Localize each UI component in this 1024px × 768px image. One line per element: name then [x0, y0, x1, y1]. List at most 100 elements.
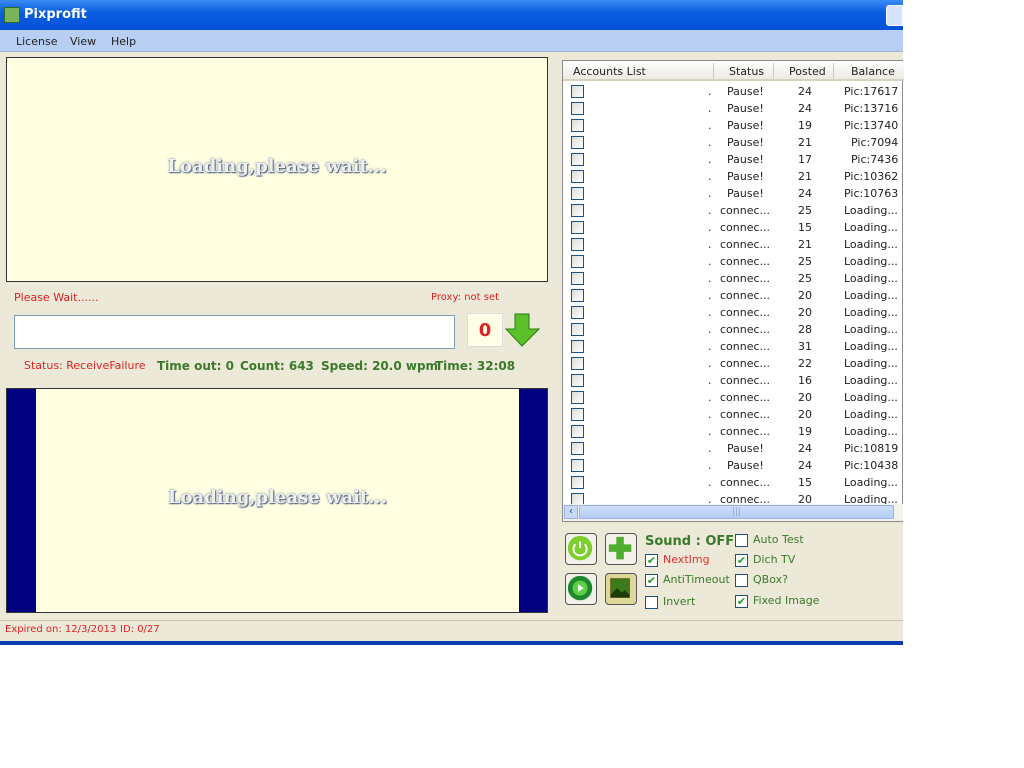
account-row[interactable]: . connec... 31 Loading...	[563, 338, 903, 355]
row-checkbox[interactable]	[571, 306, 584, 319]
row-checkbox[interactable]	[571, 119, 584, 132]
play-button[interactable]	[565, 573, 597, 605]
col-accounts[interactable]: Accounts List	[573, 65, 646, 78]
row-posted: 21	[798, 170, 812, 183]
row-checkbox[interactable]	[571, 442, 584, 455]
add-button[interactable]	[605, 533, 637, 565]
row-checkbox[interactable]	[571, 255, 584, 268]
row-status: Pause!	[727, 187, 764, 200]
row-status: connec...	[720, 272, 771, 285]
row-checkbox[interactable]	[571, 221, 584, 234]
account-row[interactable]: . Pause! 21 Pic:10362	[563, 168, 903, 185]
row-checkbox[interactable]	[571, 340, 584, 353]
account-row[interactable]: . connec... 25 Loading...	[563, 253, 903, 270]
close-button[interactable]	[886, 5, 903, 26]
checkbox-invert[interactable]	[645, 596, 658, 609]
row-balance: Pic:13716	[844, 102, 899, 115]
col-status[interactable]: Status	[729, 65, 764, 78]
checkbox-label: Dich TV	[753, 553, 796, 566]
scroll-thumb[interactable]: |||	[579, 505, 894, 519]
row-checkbox[interactable]	[571, 204, 584, 217]
row-checkbox[interactable]	[571, 187, 584, 200]
account-row[interactable]: . connec... 22 Loading...	[563, 355, 903, 372]
row-posted: 16	[798, 374, 812, 387]
checkbox-nextimg[interactable]: ✔	[645, 554, 658, 567]
power-button[interactable]	[565, 533, 597, 565]
row-checkbox[interactable]	[571, 374, 584, 387]
row-dot: .	[708, 136, 712, 149]
row-posted: 25	[798, 255, 812, 268]
account-row[interactable]: . Pause! 24 Pic:10819	[563, 440, 903, 457]
account-row[interactable]: . connec... 16 Loading...	[563, 372, 903, 389]
row-checkbox[interactable]	[571, 170, 584, 183]
account-row[interactable]: . Pause! 24 Pic:10763	[563, 185, 903, 202]
image-button[interactable]	[605, 573, 637, 605]
account-row[interactable]: . connec... 21 Loading...	[563, 236, 903, 253]
checkbox-antitimeout[interactable]: ✔	[645, 574, 658, 587]
account-row[interactable]: . connec... 15 Loading...	[563, 219, 903, 236]
menu-view[interactable]: View	[70, 35, 96, 48]
submit-arrow-icon[interactable]	[505, 313, 541, 347]
loading-text: Loading,please wait...	[167, 487, 388, 508]
account-row[interactable]: . Pause! 24 Pic:10438	[563, 457, 903, 474]
account-row[interactable]: . Pause! 24 Pic:13716	[563, 100, 903, 117]
row-checkbox[interactable]	[571, 391, 584, 404]
captcha-input[interactable]	[14, 315, 455, 349]
row-checkbox[interactable]	[571, 425, 584, 438]
row-status: connec...	[720, 204, 771, 217]
account-row[interactable]: . connec... 20 Loading...	[563, 406, 903, 423]
row-balance: Pic:7094	[851, 136, 899, 149]
checkbox-qbox-[interactable]	[735, 574, 748, 587]
account-row[interactable]: . connec... 28 Loading...	[563, 321, 903, 338]
row-status: Pause!	[727, 119, 764, 132]
title-bar: Pixprofit	[0, 0, 903, 30]
row-posted: 15	[798, 221, 812, 234]
checkbox-fixed-image[interactable]: ✔	[735, 595, 748, 608]
row-checkbox[interactable]	[571, 153, 584, 166]
row-checkbox[interactable]	[571, 357, 584, 370]
row-checkbox[interactable]	[571, 323, 584, 336]
account-row[interactable]: . connec... 20 Loading...	[563, 287, 903, 304]
sound-toggle[interactable]: Sound : OFF	[645, 534, 734, 549]
row-checkbox[interactable]	[571, 272, 584, 285]
row-balance: Loading...	[844, 374, 898, 387]
account-row[interactable]: . connec... 19 Loading...	[563, 423, 903, 440]
account-row[interactable]: . Pause! 21 Pic:7094	[563, 134, 903, 151]
row-checkbox[interactable]	[571, 136, 584, 149]
row-dot: .	[708, 323, 712, 336]
row-posted: 25	[798, 204, 812, 217]
account-row[interactable]: . Pause! 24 Pic:17617	[563, 83, 903, 100]
horizontal-scrollbar[interactable]: ‹ |||	[563, 504, 903, 521]
account-row[interactable]: . connec... 20 Loading...	[563, 304, 903, 321]
account-row[interactable]: . Pause! 19 Pic:13740	[563, 117, 903, 134]
row-checkbox[interactable]	[571, 238, 584, 251]
row-checkbox[interactable]	[571, 102, 584, 115]
scroll-left-button[interactable]: ‹	[564, 505, 578, 519]
counter: 0	[467, 313, 503, 347]
col-posted[interactable]: Posted	[789, 65, 826, 78]
row-balance: Loading...	[844, 425, 898, 438]
row-posted: 24	[798, 442, 812, 455]
row-checkbox[interactable]	[571, 408, 584, 421]
row-posted: 25	[798, 272, 812, 285]
checkbox-dich-tv[interactable]: ✔	[735, 554, 748, 567]
row-posted: 20	[798, 306, 812, 319]
checkbox-label: QBox?	[753, 573, 788, 586]
row-status: connec...	[720, 221, 771, 234]
checkbox-auto-test[interactable]	[735, 534, 748, 547]
account-row[interactable]: . Pause! 17 Pic:7436	[563, 151, 903, 168]
row-checkbox[interactable]	[571, 85, 584, 98]
account-row[interactable]: . connec... 15 Loading...	[563, 474, 903, 491]
row-checkbox[interactable]	[571, 459, 584, 472]
account-row[interactable]: . connec... 25 Loading...	[563, 270, 903, 287]
menu-license[interactable]: License	[16, 35, 57, 48]
menu-help[interactable]: Help	[111, 35, 136, 48]
row-posted: 21	[798, 136, 812, 149]
row-checkbox[interactable]	[571, 476, 584, 489]
account-row[interactable]: . connec... 25 Loading...	[563, 202, 903, 219]
list-header: Accounts List Status Posted Balance	[563, 61, 904, 81]
row-checkbox[interactable]	[571, 289, 584, 302]
account-row[interactable]: . connec... 20 Loading...	[563, 389, 903, 406]
row-posted: 24	[798, 187, 812, 200]
col-balance[interactable]: Balance	[851, 65, 895, 78]
